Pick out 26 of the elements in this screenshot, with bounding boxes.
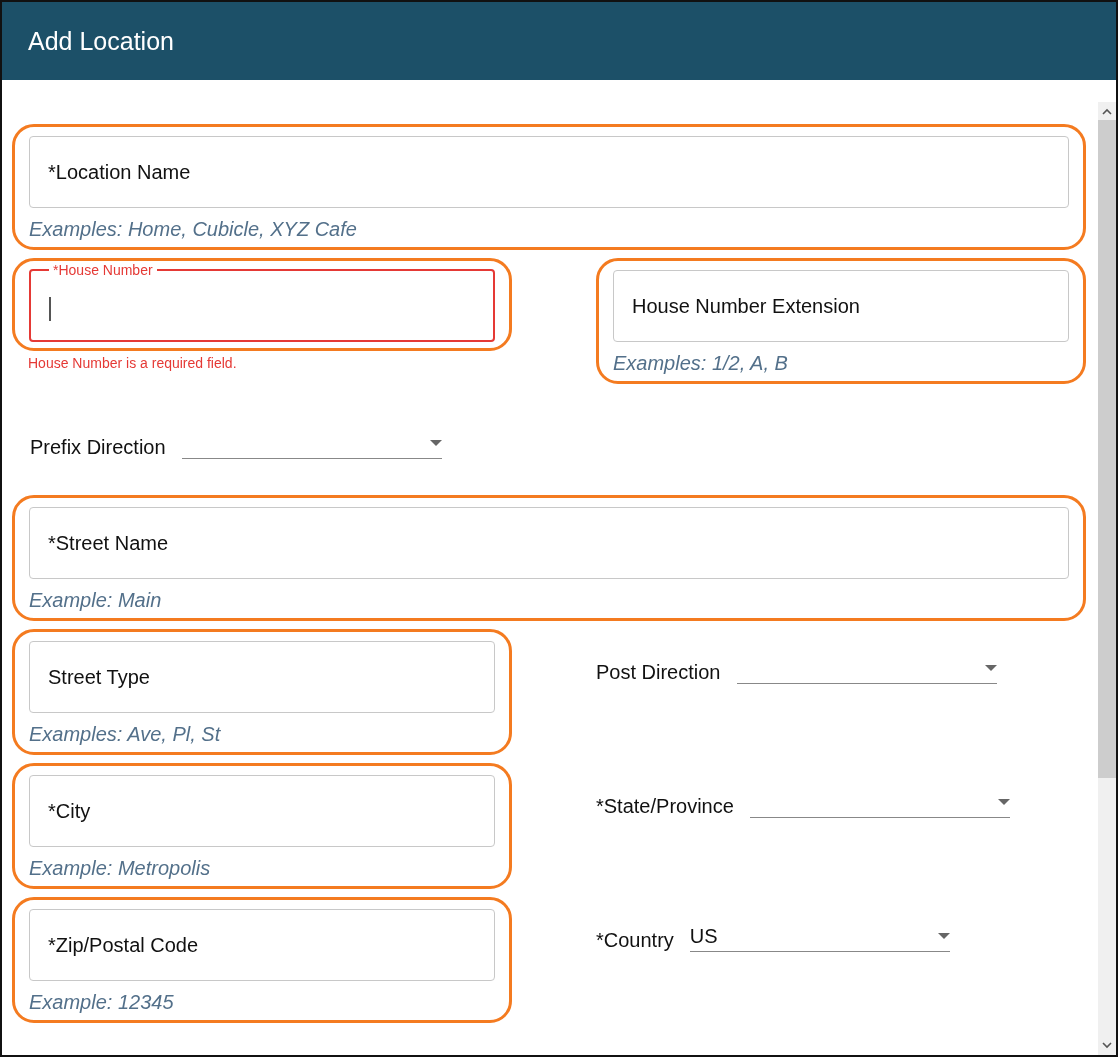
dropdown-caret-icon xyxy=(937,933,950,939)
error-message: House Number is a required field. xyxy=(28,355,238,371)
scrollbar[interactable] xyxy=(1098,102,1116,1055)
field-hint: Examples: Ave, Pl, St xyxy=(29,723,222,746)
text-field[interactable]: *Zip/Postal Code xyxy=(29,909,495,981)
text-field[interactable]: *Location Name xyxy=(29,136,1069,208)
dropdown-caret-icon xyxy=(997,799,1010,805)
text-field[interactable]: *House Number xyxy=(29,262,495,342)
field-hint: Example: Main xyxy=(29,589,163,612)
select-label: *State/Province xyxy=(596,795,734,818)
text-field[interactable]: Street Type xyxy=(29,641,495,713)
select-label: *Country xyxy=(596,929,674,952)
field-hint: Example: Metropolis xyxy=(29,857,212,880)
text-field[interactable]: House Number Extension xyxy=(613,270,1069,342)
text-field[interactable]: *Street Name xyxy=(29,507,1069,579)
field-hint: Examples: Home, Cubicle, XYZ Cafe xyxy=(29,218,358,241)
field-hint: Example: 12345 xyxy=(29,991,175,1014)
dropdown-caret-icon xyxy=(984,665,997,671)
field-hint: Examples: 1/2, A, B xyxy=(613,352,789,375)
select-label: Post Direction xyxy=(596,661,721,684)
dropdown-select[interactable]: US xyxy=(689,921,950,952)
text-field[interactable]: *City xyxy=(29,775,495,847)
scroll-thumb[interactable] xyxy=(1098,120,1116,778)
dropdown-caret-icon xyxy=(429,440,442,446)
window-title: Add Location xyxy=(2,2,1116,80)
select-label: Prefix Direction xyxy=(30,436,166,459)
